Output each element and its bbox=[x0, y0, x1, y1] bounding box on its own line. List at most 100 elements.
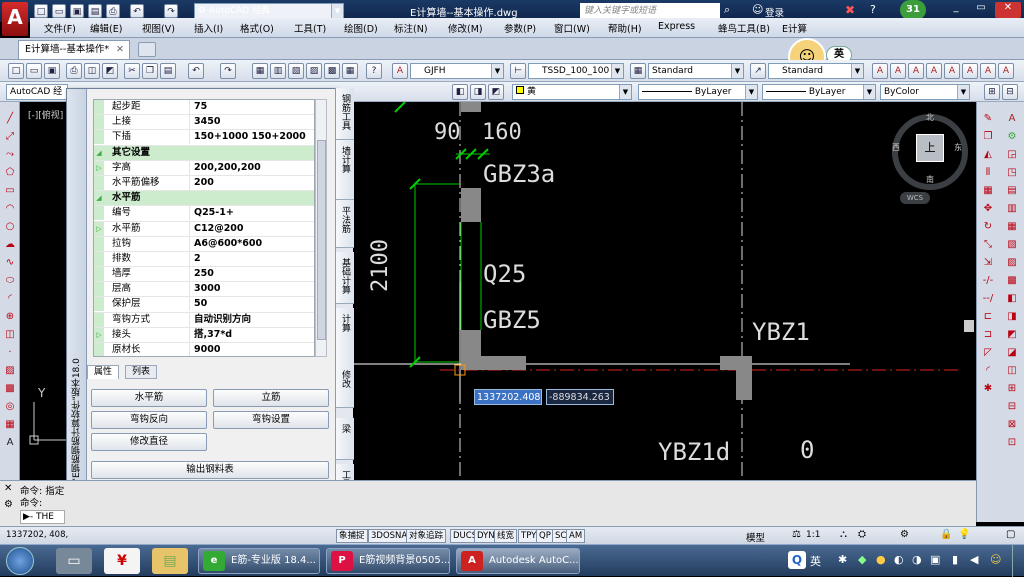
tray-icon-1[interactable]: ◆ bbox=[858, 553, 866, 566]
network-icon[interactable]: ▮ bbox=[952, 553, 958, 566]
properties-icon[interactable]: ▦ bbox=[252, 63, 268, 79]
tool-j-icon[interactable]: ▩ bbox=[1005, 274, 1019, 288]
tray-bluetooth-icon[interactable]: ✱ bbox=[838, 553, 847, 566]
status-toggle[interactable]: AM bbox=[566, 529, 586, 543]
layer-manager-icon[interactable]: ◧ bbox=[452, 84, 468, 100]
help-icon[interactable]: ? bbox=[870, 3, 876, 16]
menu-item[interactable]: 视图(V) bbox=[142, 21, 175, 35]
dock-icon-2[interactable]: ⊟ bbox=[1002, 84, 1018, 100]
property-value[interactable]: C12@200 bbox=[190, 222, 244, 236]
layer-state-icon[interactable]: ◨ bbox=[470, 84, 486, 100]
status-toggle[interactable]: 对象追踪 bbox=[406, 529, 447, 543]
text-tool-2-icon[interactable]: A bbox=[890, 63, 906, 79]
multileader-style-select[interactable]: Standard ▼ bbox=[768, 63, 864, 79]
undo-icon[interactable]: ↶ bbox=[130, 4, 144, 18]
menu-item[interactable]: 绘图(D) bbox=[344, 21, 378, 35]
change-diameter-button[interactable]: 修改直径 bbox=[91, 433, 207, 451]
save-as-icon[interactable]: ▤ bbox=[88, 4, 102, 18]
tool-i-icon[interactable]: ▨ bbox=[1005, 256, 1019, 270]
ime-indicator[interactable]: Q bbox=[788, 551, 806, 569]
text-tool-6-icon[interactable]: A bbox=[962, 63, 978, 79]
property-value[interactable]: 搭,37*d bbox=[190, 328, 232, 342]
tool-s-icon[interactable]: ⊡ bbox=[1005, 436, 1019, 450]
linetype-select[interactable]: ByLayer ▼ bbox=[638, 84, 758, 100]
text-style-icon[interactable]: A bbox=[392, 63, 408, 79]
side-tab[interactable]: 基础计算 bbox=[336, 252, 354, 304]
menu-item[interactable]: Express bbox=[658, 21, 695, 32]
dim-style-icon[interactable]: ⊢ bbox=[510, 63, 526, 79]
close-tab-icon[interactable]: ✕ bbox=[116, 41, 124, 59]
computer-icon[interactable]: ▭ bbox=[56, 548, 92, 574]
search-icon[interactable]: ⌕ bbox=[724, 3, 730, 17]
annotation-scale[interactable]: 1:1 bbox=[806, 530, 820, 540]
expand-icon[interactable]: ▷ bbox=[94, 221, 104, 236]
menu-item[interactable]: 窗口(W) bbox=[554, 21, 590, 35]
isolate-icon[interactable]: 💡 bbox=[958, 529, 970, 540]
save-icon[interactable]: ▣ bbox=[70, 4, 84, 18]
text-tool-5-icon[interactable]: A bbox=[944, 63, 960, 79]
document-tab[interactable]: E计算墙--基本操作* ✕ bbox=[18, 40, 130, 59]
taskbar-item-autocad[interactable]: A Autodesk AutoC... bbox=[456, 548, 580, 574]
expand-icon[interactable]: ▷ bbox=[94, 327, 104, 342]
layer-previous-icon[interactable]: ◩ bbox=[488, 84, 504, 100]
exchange-icon[interactable]: ✖ bbox=[845, 3, 855, 17]
polyline-icon[interactable]: ⤳ bbox=[3, 148, 17, 162]
tray-icon-5[interactable]: ▣ bbox=[930, 553, 940, 566]
property-category[interactable]: ◢ 其它设置 bbox=[94, 145, 314, 161]
tray-icon-6[interactable]: ☺ bbox=[990, 553, 1001, 566]
construction-line-icon[interactable]: ⤢ bbox=[3, 130, 17, 144]
property-row[interactable]: 层高 3000 bbox=[94, 282, 314, 298]
property-value[interactable]: 3450 bbox=[190, 115, 220, 129]
fillet-icon[interactable]: ◜ bbox=[981, 364, 995, 378]
mirror-icon[interactable]: ◭ bbox=[981, 148, 995, 162]
property-row[interactable]: 原材长 9000 bbox=[94, 343, 314, 356]
menu-item[interactable]: 标注(N) bbox=[394, 21, 428, 35]
property-value[interactable]: 200,200,200 bbox=[190, 161, 261, 175]
new-tab-button[interactable] bbox=[138, 42, 156, 57]
coord-x-input[interactable]: 1337202.408 bbox=[474, 389, 542, 405]
break-icon[interactable]: ⊏ bbox=[981, 310, 995, 324]
preview-icon[interactable]: ◫ bbox=[84, 63, 100, 79]
property-row[interactable]: 拉钩 A6@600*600 bbox=[94, 236, 314, 252]
viewcube-south[interactable]: 南 bbox=[926, 174, 934, 185]
new-icon[interactable]: □ bbox=[8, 63, 24, 79]
ellipse-icon[interactable]: ⬭ bbox=[3, 274, 17, 288]
collapse-icon[interactable]: ◢ bbox=[94, 145, 104, 160]
viewcube-west[interactable]: 西 bbox=[892, 142, 900, 153]
tool-e-icon[interactable]: ▤ bbox=[1005, 184, 1019, 198]
dock-icon[interactable]: ⊞ bbox=[984, 84, 1000, 100]
lock-icon[interactable]: 🔒 bbox=[940, 529, 952, 540]
join-icon[interactable]: ⊐ bbox=[981, 328, 995, 342]
polygon-icon[interactable]: ⬠ bbox=[3, 166, 17, 180]
side-tab[interactable]: 钢筋工具 bbox=[336, 88, 354, 140]
side-tab[interactable]: 墙计算 bbox=[336, 140, 354, 200]
property-row[interactable]: 编号 Q25-1+ bbox=[94, 206, 314, 222]
chamfer-icon[interactable]: ◸ bbox=[981, 346, 995, 360]
redo-icon[interactable]: ↷ bbox=[220, 63, 236, 79]
text-tool-3-icon[interactable]: A bbox=[908, 63, 924, 79]
tool-b-icon[interactable]: ⚙ bbox=[1005, 130, 1019, 144]
markup-icon[interactable]: ▩ bbox=[324, 63, 340, 79]
tab-properties[interactable]: 属性 bbox=[87, 365, 120, 379]
menu-item[interactable]: 工具(T) bbox=[294, 21, 326, 35]
menu-item[interactable]: 蜂鸟工具(B) bbox=[718, 21, 770, 35]
viewcube-north[interactable]: 北 bbox=[926, 112, 934, 123]
canvas-scrollbar[interactable] bbox=[964, 320, 974, 332]
region-icon[interactable]: ◎ bbox=[3, 400, 17, 414]
tool-f-icon[interactable]: ▥ bbox=[1005, 202, 1019, 216]
viewcube-east[interactable]: 东 bbox=[954, 142, 962, 153]
annotation-visibility-icon[interactable]: ⛬ bbox=[840, 529, 847, 540]
help-icon[interactable]: ? bbox=[366, 63, 382, 79]
property-row[interactable]: 起步距 75 bbox=[94, 100, 314, 116]
tool-palette-icon[interactable]: ▧ bbox=[288, 63, 304, 79]
copy-object-icon[interactable]: ❐ bbox=[981, 130, 995, 144]
finance-app-icon[interactable]: ¥ bbox=[104, 548, 140, 574]
property-row[interactable]: ▷ 接头 搭,37*d bbox=[94, 327, 314, 343]
menu-item[interactable]: 编辑(E) bbox=[90, 21, 122, 35]
scale-icon[interactable]: ⤡ bbox=[981, 238, 995, 252]
new-file-icon[interactable]: □ bbox=[34, 4, 48, 18]
workspace-switch-icon[interactable]: ⚙ bbox=[900, 529, 909, 540]
property-value[interactable]: 150+1000 150+2000 bbox=[190, 130, 306, 144]
menu-item[interactable]: 插入(I) bbox=[194, 21, 223, 35]
property-scrollbar[interactable] bbox=[315, 99, 327, 357]
